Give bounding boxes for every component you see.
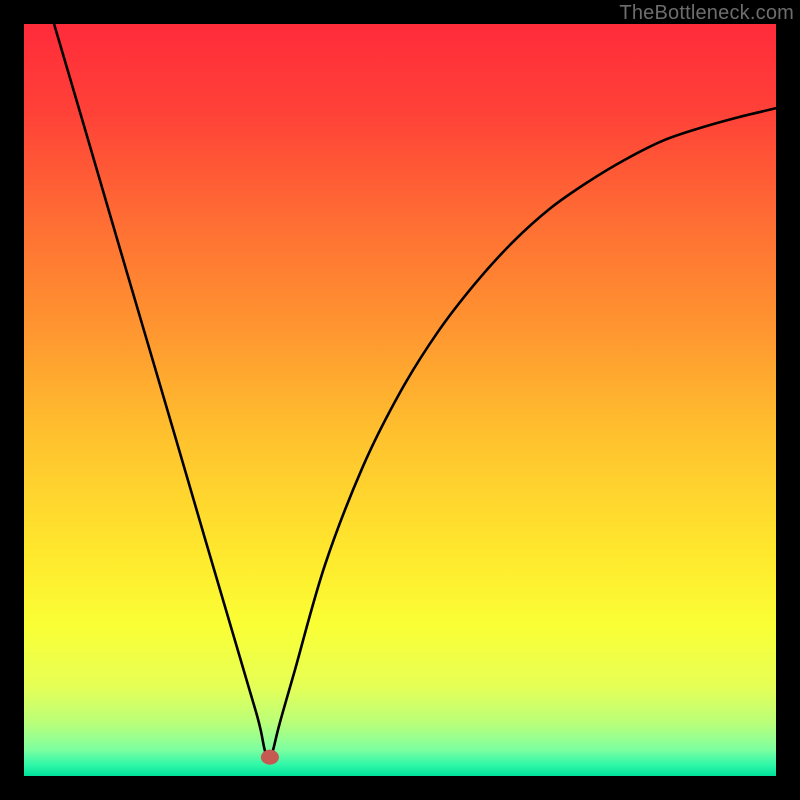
watermark-text: TheBottleneck.com: [619, 2, 794, 25]
chart-frame: [24, 24, 776, 776]
optimal-point-marker: [261, 750, 279, 765]
gradient-background: [24, 24, 776, 776]
chart-svg: [24, 24, 776, 776]
